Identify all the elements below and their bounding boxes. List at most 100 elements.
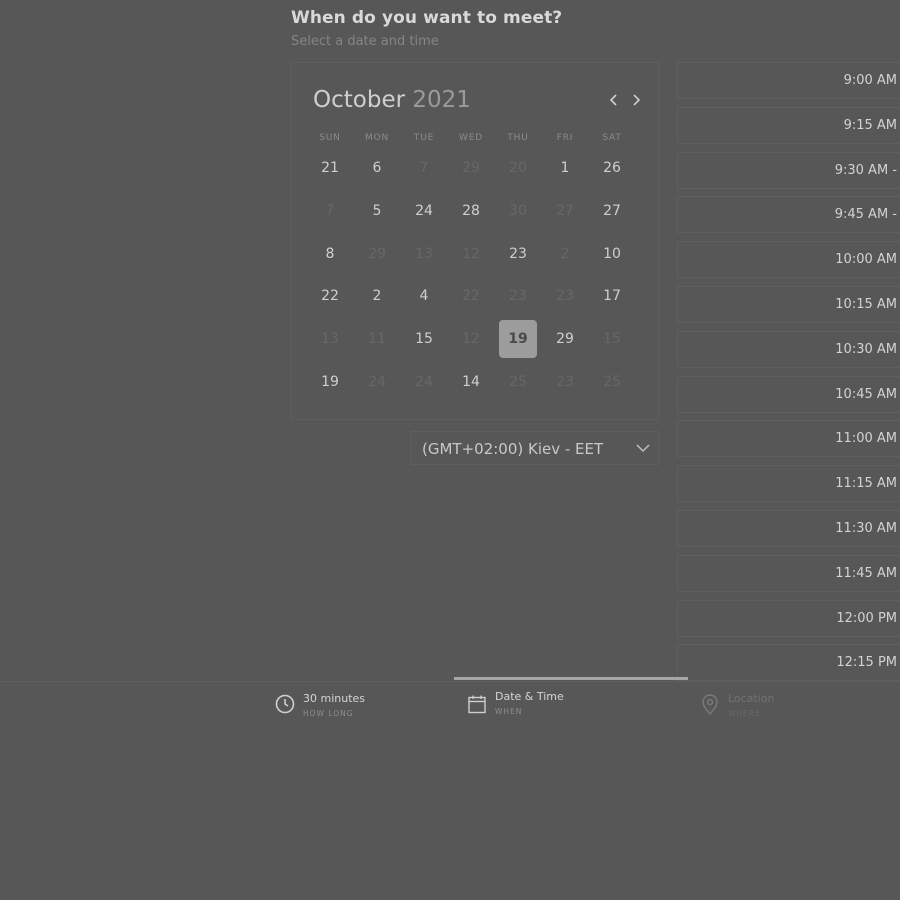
time-slot-button[interactable]: 10:00 AM [677, 241, 900, 279]
calendar-day[interactable]: 23 [499, 235, 537, 273]
time-slot-label: 9:15 AM [843, 117, 897, 133]
calendar-day[interactable]: 19 [311, 363, 349, 401]
calendar-day[interactable]: 4 [405, 277, 443, 315]
time-slot-button[interactable]: 9:00 AM [677, 62, 900, 99]
time-slot-label: 12:00 PM [836, 610, 897, 626]
calendar-day: 11 [368, 331, 386, 348]
calendar-day: 25 [509, 374, 527, 390]
time-slot-label: 10:45 AM [835, 386, 897, 402]
calendar-day: 15 [603, 331, 621, 348]
time-slot-button[interactable]: 12:15 PM [677, 644, 900, 682]
step-date-time-label: Date & Time [495, 690, 564, 703]
calendar-day[interactable]: 27 [593, 192, 631, 230]
calendar-day: 13 [321, 331, 339, 348]
calendar-day: 30 [509, 202, 527, 219]
prev-month-button[interactable] [606, 91, 622, 109]
calendar-day: 29 [368, 245, 386, 262]
calendar-day[interactable]: 2 [358, 277, 396, 315]
time-slot-label: 10:00 AM [835, 252, 897, 268]
chevron-down-icon [636, 444, 650, 453]
time-slot-label: 12:15 PM [836, 655, 897, 671]
step-duration-label: 30 minutes [303, 692, 366, 705]
time-slot-button[interactable]: 10:45 AM [677, 375, 900, 413]
calendar-day[interactable]: 10 [593, 235, 631, 273]
chevron-right-icon [633, 94, 641, 106]
calendar-day: 25 [603, 374, 621, 390]
calendar-day[interactable]: 26 [593, 149, 631, 187]
timezone-select[interactable]: (GMT+02:00) Kiev - EET [411, 431, 659, 465]
footer-divider [0, 681, 900, 682]
time-slot-label: 11:00 AM [835, 431, 897, 447]
step-location-sub: WHERE [728, 709, 761, 718]
time-slot-button[interactable]: 11:30 AM [677, 510, 900, 547]
calendar-day: 7 [419, 160, 429, 176]
calendar-day: 12 [462, 331, 480, 348]
weekday-label: SUN [319, 133, 341, 143]
calendar-day: 24 [368, 374, 386, 390]
calendar-day[interactable]: 8 [311, 235, 349, 273]
calendar-day: 22 [462, 288, 480, 305]
calendar-day-selected[interactable]: 19 [499, 320, 537, 359]
calendar-day[interactable]: 15 [405, 320, 443, 358]
time-slot-button[interactable]: 9:30 AM - [677, 151, 900, 189]
calendar-day: 20 [509, 160, 527, 176]
chevron-left-icon [609, 94, 617, 106]
calendar-day: 27 [556, 202, 574, 219]
time-slot-button[interactable]: 11:15 AM [677, 465, 900, 503]
time-slot-label: 11:15 AM [835, 476, 897, 492]
calendar-day[interactable]: 21 [311, 149, 349, 187]
time-slot-label: 9:00 AM [843, 73, 897, 88]
calendar-day: 12 [462, 245, 480, 262]
time-slot-label: 10:30 AM [835, 341, 897, 357]
time-slot-button[interactable]: 11:00 AM [677, 420, 900, 458]
weekday-label: SAT [602, 133, 622, 143]
calendar: October 2021 SUN MON TUE WED THU FRI SAT 21 6 7 2… [291, 62, 659, 420]
calendar-day: 13 [415, 245, 433, 262]
weekday-label: TUE [413, 133, 435, 143]
weekday-label: THU [507, 133, 529, 143]
calendar-year: 2021 [412, 87, 471, 113]
page-subtitle: Select a date and time [291, 34, 439, 49]
calendar-day[interactable]: 17 [593, 277, 631, 315]
time-slot-button[interactable]: 9:45 AM - [677, 196, 900, 234]
calendar-day[interactable]: 6 [358, 149, 396, 187]
time-slot-button[interactable]: 10:15 AM [677, 286, 900, 323]
calendar-day: 24 [415, 374, 433, 390]
weekday-label: WED [459, 133, 483, 143]
calendar-day: 23 [556, 288, 574, 305]
calendar-day: 2 [560, 245, 570, 262]
calendar-month-heading: October 2021 [313, 87, 471, 113]
calendar-day[interactable]: 24 [405, 192, 443, 230]
step-date-time-sub: WHEN [495, 707, 523, 716]
weekday-label: MON [365, 133, 389, 143]
timezone-label: (GMT+02:00) Kiev - EET [422, 440, 604, 458]
calendar-day: 23 [509, 288, 527, 305]
time-slot-label: 11:45 AM [835, 565, 897, 581]
step-location-label: Location [728, 692, 775, 705]
calendar-day[interactable]: 22 [311, 277, 349, 315]
calendar-month: October [313, 87, 406, 113]
step-duration-sub: HOW LONG [303, 709, 354, 718]
time-slot-label: 10:15 AM [835, 297, 897, 312]
time-slot-label: 9:30 AM - [834, 162, 897, 178]
calendar-day: 29 [462, 160, 480, 176]
calendar-day[interactable]: 1 [546, 149, 584, 187]
calendar-day[interactable]: 14 [452, 363, 490, 401]
calendar-day[interactable]: 29 [546, 320, 584, 358]
time-slot-button[interactable]: 11:45 AM [677, 554, 900, 592]
weekday-label: FRI [556, 133, 574, 143]
clock-icon [275, 694, 295, 714]
calendar-day: 7 [325, 202, 335, 219]
time-slot-button[interactable]: 10:30 AM [677, 330, 900, 368]
time-slot-label: 9:45 AM - [834, 207, 897, 223]
calendar-day[interactable]: 5 [358, 192, 396, 230]
step-progress-indicator [454, 677, 688, 680]
calendar-day: 23 [556, 374, 574, 390]
time-slot-label: 11:30 AM [835, 521, 897, 536]
next-month-button[interactable] [628, 91, 644, 109]
location-pin-icon [702, 694, 718, 716]
time-slot-button[interactable]: 9:15 AM [677, 106, 900, 144]
time-slot-button[interactable]: 12:00 PM [677, 599, 900, 637]
calendar-day[interactable]: 28 [452, 192, 490, 230]
calendar-icon [468, 695, 486, 714]
